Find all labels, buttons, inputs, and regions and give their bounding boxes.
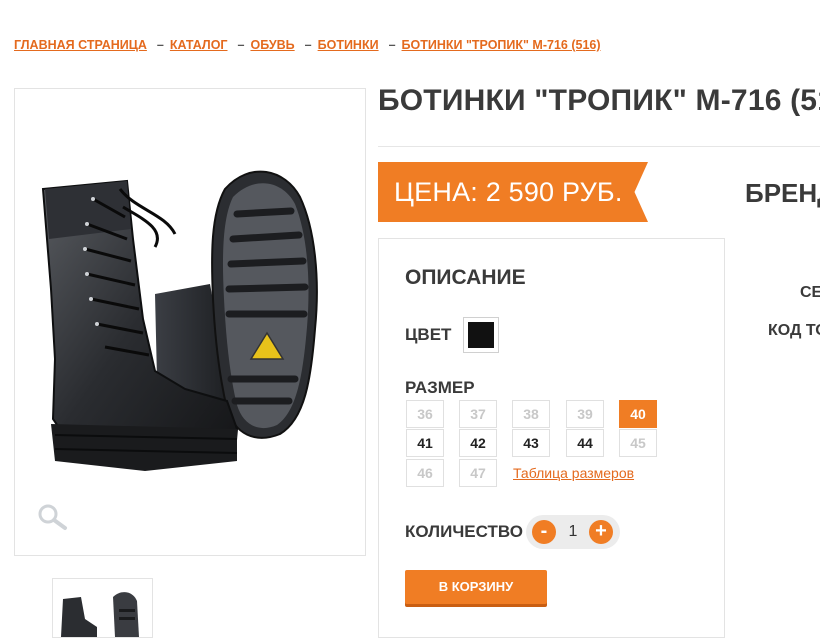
size-option-45: 45 xyxy=(619,429,657,457)
price-ribbon: ЦЕНА: 2 590 РУБ. xyxy=(378,162,648,222)
quantity-label: КОЛИЧЕСТВО xyxy=(405,522,523,541)
size-chart-link[interactable]: Таблица размеров xyxy=(513,465,634,481)
breadcrumb-boots[interactable]: БОТИНКИ xyxy=(318,38,379,52)
size-option-38: 38 xyxy=(512,400,550,428)
breadcrumb-separator: – xyxy=(388,38,396,52)
color-swatch[interactable] xyxy=(463,317,499,353)
product-image[interactable] xyxy=(15,89,365,555)
size-option-37: 37 xyxy=(459,400,497,428)
size-label: РАЗМЕР xyxy=(405,378,475,397)
breadcrumb-separator: – xyxy=(304,38,312,52)
breadcrumb-shoes[interactable]: ОБУВЬ xyxy=(250,38,294,52)
quantity-increase-button[interactable]: + xyxy=(589,520,613,544)
breadcrumb-separator: – xyxy=(237,38,245,52)
breadcrumb: ГЛАВНАЯ СТРАНИЦА – КАТАЛОГ – ОБУВЬ – БОТ… xyxy=(14,38,601,52)
size-option-39: 39 xyxy=(566,400,604,428)
brand-label: БРЕНД xyxy=(745,178,820,208)
breadcrumb-home[interactable]: ГЛАВНАЯ СТРАНИЦА xyxy=(14,38,147,52)
product-thumbnail[interactable] xyxy=(52,578,153,638)
size-option-43[interactable]: 43 xyxy=(512,429,550,457)
size-option-46: 46 xyxy=(406,459,444,487)
quantity-stepper: - 1 + xyxy=(526,515,620,549)
size-option-47: 47 xyxy=(459,459,497,487)
quantity-value[interactable]: 1 xyxy=(566,523,580,541)
size-option-41[interactable]: 41 xyxy=(406,429,444,457)
title-divider xyxy=(378,146,820,147)
color-label: ЦВЕТ xyxy=(405,325,452,344)
product-image-frame[interactable] xyxy=(14,88,366,556)
product-code-label: КОД ТО xyxy=(768,322,820,339)
thumbnail-image xyxy=(61,592,139,637)
size-option-36: 36 xyxy=(406,400,444,428)
page-title: БОТИНКИ "ТРОПИК" М-716 (516) xyxy=(378,84,820,117)
size-option-40[interactable]: 40 xyxy=(619,400,657,428)
size-option-42[interactable]: 42 xyxy=(459,429,497,457)
breadcrumb-separator: – xyxy=(156,38,164,52)
breadcrumb-catalog[interactable]: КАТАЛОГ xyxy=(170,38,228,52)
season-label: СЕЗ xyxy=(800,284,820,301)
size-option-44[interactable]: 44 xyxy=(566,429,604,457)
description-title: ОПИСАНИЕ xyxy=(405,266,526,289)
magnifier-icon[interactable] xyxy=(37,503,71,533)
add-to-cart-button[interactable]: В КОРЗИНУ xyxy=(405,570,547,604)
quantity-decrease-button[interactable]: - xyxy=(532,520,556,544)
breadcrumb-current-product[interactable]: БОТИНКИ "ТРОПИК" М-716 (516) xyxy=(402,38,601,52)
color-swatch-fill xyxy=(468,322,494,348)
